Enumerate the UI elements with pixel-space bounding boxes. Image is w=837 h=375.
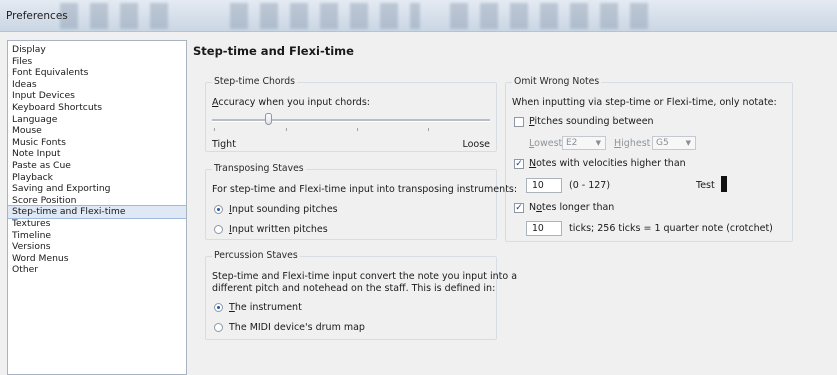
sidebar-item-language[interactable]: Language xyxy=(8,114,186,126)
percussion-staves-group: Percussion Staves Step-time and Flexi-ti… xyxy=(205,250,517,340)
highest-select[interactable]: G5 ▼ xyxy=(652,136,696,150)
lowest-label: Lowest xyxy=(529,138,563,149)
sidebar-item-note-input[interactable]: Note Input xyxy=(8,148,186,160)
percussion-description-line2: different pitch and notehead on the staf… xyxy=(212,283,496,294)
longer-checkbox[interactable]: ✓ xyxy=(514,203,524,213)
velocity-test-meter[interactable] xyxy=(721,176,727,192)
transposing-description: For step-time and Flexi-time input into … xyxy=(212,184,518,195)
background-window-ghost xyxy=(60,3,170,29)
sidebar-item-versions[interactable]: Versions xyxy=(8,241,186,253)
group-legend: Percussion Staves xyxy=(212,250,300,261)
sidebar-item-mouse[interactable]: Mouse xyxy=(8,125,186,137)
chevron-down-icon: ▼ xyxy=(685,139,691,147)
sidebar-item-input-devices[interactable]: Input Devices xyxy=(8,90,186,102)
test-label: Test xyxy=(696,180,715,191)
accuracy-slider-track[interactable] xyxy=(212,119,490,122)
radio-label[interactable]: The MIDI device's drum map xyxy=(229,322,365,333)
sidebar-item-ideas[interactable]: Ideas xyxy=(8,79,186,91)
sidebar-item-saving-and-exporting[interactable]: Saving and Exporting xyxy=(8,183,186,195)
sidebar-item-score-position[interactable]: Score Position xyxy=(8,195,186,207)
sidebar-item-step-time-and-flexi-time[interactable]: Step-time and Flexi-time xyxy=(8,205,186,219)
accuracy-slider-thumb[interactable] xyxy=(264,113,272,125)
radio-button[interactable] xyxy=(214,205,223,214)
sidebar-item-word-menus[interactable]: Word Menus xyxy=(8,253,186,265)
step-time-chords-group: Step-time Chords Accuracy when you input… xyxy=(205,76,497,152)
velocity-range: (0 - 127) xyxy=(569,180,611,191)
category-list[interactable]: Display Files Font Equivalents Ideas Input D… xyxy=(7,40,187,375)
pitches-checkbox[interactable] xyxy=(514,117,524,127)
lowest-value: E2 xyxy=(566,138,578,148)
background-window-ghost xyxy=(450,3,650,29)
group-legend: Step-time Chords xyxy=(212,76,297,87)
sidebar-item-paste-as-cue[interactable]: Paste as Cue xyxy=(8,160,186,172)
omit-wrong-notes-group: Omit Wrong Notes When inputting via step… xyxy=(505,76,793,242)
longer-label[interactable]: Notes longer than xyxy=(529,202,614,213)
slider-min-label: Tight xyxy=(212,139,236,150)
sidebar-item-font-equivalents[interactable]: Font Equivalents xyxy=(8,67,186,79)
sidebar-item-timeline[interactable]: Timeline xyxy=(8,230,186,242)
omit-description: When inputting via step-time or Flexi-ti… xyxy=(512,97,777,108)
accuracy-label: Accuracy when you input chords: xyxy=(212,97,370,108)
sidebar-item-textures[interactable]: Textures xyxy=(8,218,186,230)
slider-tick xyxy=(428,128,429,131)
sidebar-item-other[interactable]: Other xyxy=(8,264,186,276)
sidebar-item-music-fonts[interactable]: Music Fonts xyxy=(8,137,186,149)
transposing-staves-group: Transposing Staves For step-time and Fle… xyxy=(205,163,517,240)
velocity-label[interactable]: Notes with velocities higher than xyxy=(529,158,686,169)
slider-tick xyxy=(357,128,358,131)
chevron-down-icon: ▼ xyxy=(595,139,601,147)
sidebar-item-playback[interactable]: Playback xyxy=(8,172,186,184)
title-bar: Preferences xyxy=(0,0,837,32)
radio-button[interactable] xyxy=(214,303,223,312)
group-legend: Transposing Staves xyxy=(212,163,306,174)
sidebar-item-keyboard-shortcuts[interactable]: Keyboard Shortcuts xyxy=(8,102,186,114)
radio-button[interactable] xyxy=(214,323,223,332)
ticks-field[interactable]: 10 xyxy=(526,221,562,236)
slider-max-label: Loose xyxy=(462,139,490,150)
velocity-checkbox[interactable]: ✓ xyxy=(514,159,524,169)
pitches-label[interactable]: Pitches sounding between xyxy=(529,116,654,127)
category-list-items: Display Files Font Equivalents Ideas Input D… xyxy=(8,41,186,276)
ticks-note: ticks; 256 ticks = 1 quarter note (crotc… xyxy=(569,223,773,234)
slider-tick xyxy=(214,128,215,131)
radio-label[interactable]: The instrument xyxy=(229,302,302,313)
radio-label[interactable]: Input sounding pitches xyxy=(229,204,338,215)
percussion-description-line1: Step-time and Flexi-time input convert t… xyxy=(212,271,518,282)
highest-label: Highest xyxy=(614,138,651,149)
group-legend: Omit Wrong Notes xyxy=(512,76,602,87)
velocity-field[interactable]: 10 xyxy=(526,178,562,193)
window-title: Preferences xyxy=(6,10,68,22)
highest-value: G5 xyxy=(656,138,669,148)
radio-button[interactable] xyxy=(214,225,223,234)
slider-tick xyxy=(286,128,287,131)
background-window-ghost xyxy=(230,3,420,29)
lowest-select[interactable]: E2 ▼ xyxy=(562,136,606,150)
page-title: Step-time and Flexi-time xyxy=(193,44,354,58)
sidebar-item-display[interactable]: Display xyxy=(8,44,186,56)
radio-label[interactable]: Input written pitches xyxy=(229,224,328,235)
sidebar-item-files[interactable]: Files xyxy=(8,56,186,68)
